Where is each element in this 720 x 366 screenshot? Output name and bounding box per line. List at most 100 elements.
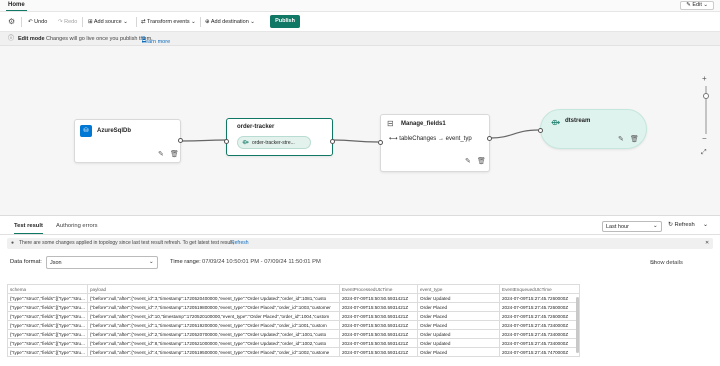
warning-text: There are some changes applied in topolo…: [19, 240, 235, 246]
edit-icon[interactable]: ✎: [158, 150, 164, 158]
zoom-in-button[interactable]: +: [702, 74, 707, 83]
table-row[interactable]: {"type":"struct","fields":[{"type":"stru…: [7, 311, 580, 321]
input-port[interactable]: [378, 140, 383, 145]
delete-icon[interactable]: 🗑: [477, 157, 486, 165]
output-port[interactable]: [330, 139, 335, 144]
eventstream-icon: ⟴: [551, 118, 561, 127]
table-row[interactable]: {"type":"struct","fields":[{"type":"stru…: [7, 320, 580, 330]
undo-label: Undo: [34, 19, 48, 25]
transform-events-label: Transform events: [147, 19, 190, 25]
settings-icon[interactable]: ⚙: [8, 17, 15, 27]
table-cell: Order Updated: [417, 293, 500, 303]
delete-icon[interactable]: 🗑: [630, 135, 639, 143]
table-cell: 2024-07-09T15:27:45.7260000Z: [499, 293, 580, 303]
column-header[interactable]: EventProcessedUtcTime: [339, 284, 418, 294]
table-cell: {"before":null,"after":{"event_id":4,"ti…: [87, 347, 340, 357]
column-header[interactable]: EventEnqueuedUtcTime: [499, 284, 580, 294]
data-format-select[interactable]: Json ⌄: [46, 256, 158, 269]
delete-icon[interactable]: 🗑: [170, 150, 179, 158]
table-cell: 2024-07-09T15:27:45.7340000Z: [499, 329, 580, 339]
edit-icon[interactable]: ✎: [465, 157, 471, 165]
chevron-down-icon: ⌄: [248, 19, 255, 25]
table-row[interactable]: {"type":"struct","fields":[{"type":"stru…: [7, 302, 580, 312]
table-cell: Order Updated: [417, 338, 500, 348]
collapse-panel-icon[interactable]: ⌄: [703, 221, 708, 228]
table-row[interactable]: {"type":"struct","fields":[{"type":"stru…: [7, 329, 580, 339]
input-port[interactable]: [224, 139, 229, 144]
stream-chip[interactable]: ⟴ order-tracker-stre...: [237, 136, 311, 149]
table-cell: 2024-07-09T15:50:50.5931421Z: [339, 338, 418, 348]
fit-to-screen-icon[interactable]: ⤢: [701, 149, 707, 157]
data-format-value: Json: [50, 260, 62, 266]
close-icon[interactable]: ✕: [705, 240, 709, 247]
toolbar-divider: [200, 17, 201, 27]
zoom-out-button[interactable]: −: [702, 134, 707, 143]
publish-button[interactable]: Publish: [270, 15, 300, 28]
tab-test-result[interactable]: Test result: [14, 222, 43, 234]
table-row[interactable]: {"type":"struct","fields":[{"type":"stru…: [7, 293, 580, 303]
transform-events-button[interactable]: ⇄ Transform events ⌄: [141, 17, 196, 27]
manage-fields-node[interactable]: ⊟ Manage_fields1 ⟷ tableChanges → event_…: [378, 114, 492, 172]
table-cell: 2024-07-09T15:27:45.7470000Z: [499, 347, 580, 357]
test-result-table: schema payload EventProcessedUtcTime eve…: [7, 284, 580, 357]
table-cell: 2024-07-09T15:27:45.7260000Z: [499, 302, 580, 312]
field-to: event_typ: [445, 136, 472, 142]
sql-database-icon: ⛁: [80, 125, 92, 137]
column-header[interactable]: event_type: [417, 284, 500, 294]
table-cell: 2024-07-09T15:50:50.5931421Z: [339, 302, 418, 312]
column-header[interactable]: payload: [87, 284, 340, 294]
refresh-button[interactable]: ↻ Refresh: [668, 222, 695, 228]
source-node-title: AzureSqlDb: [97, 128, 132, 134]
connector-stream-transform: [332, 139, 379, 143]
column-header[interactable]: schema: [7, 284, 88, 294]
time-window-select[interactable]: Last hour ⌄: [602, 221, 662, 232]
field-from: tableChanges: [399, 136, 437, 142]
warning-message-bar: ● There are some changes applied in topo…: [7, 238, 713, 249]
add-destination-button[interactable]: ⊕ Add destination ⌄: [205, 17, 255, 27]
destination-node[interactable]: ⟴ dtstream ✎ 🗑: [538, 109, 647, 149]
transform-node-title: Manage_fields1: [401, 121, 446, 127]
topology-canvas[interactable]: ⛁ AzureSqlDb ✎ 🗑 order-tracker ⟴ order-t…: [0, 46, 720, 216]
table-cell: 2024-07-09T15:27:45.7260000Z: [499, 311, 580, 321]
edit-mode-button[interactable]: ✎ Edit ⌄: [680, 1, 714, 10]
warning-refresh-link[interactable]: Refresh: [231, 240, 249, 247]
zoom-slider-thumb[interactable]: [703, 93, 709, 99]
table-cell: 2024-07-09T15:50:50.5931421Z: [339, 293, 418, 303]
table-row[interactable]: {"type":"struct","fields":[{"type":"stru…: [7, 347, 580, 357]
redo-button[interactable]: ↷ Redo: [58, 17, 77, 27]
source-node[interactable]: ⛁ AzureSqlDb ✎ 🗑: [74, 119, 183, 163]
add-destination-label: Add destination: [210, 19, 249, 25]
output-port[interactable]: [487, 136, 492, 141]
table-cell: {"before":null,"after":{"event_id":7,"ti…: [87, 302, 340, 312]
time-range-value: 07/09/24 10:50:01 PM - 07/09/24 11:50:01…: [202, 259, 321, 265]
edit-icon[interactable]: ✎: [618, 135, 624, 143]
tab-authoring-errors[interactable]: Authoring errors: [56, 222, 98, 230]
stream-icon: ⟴: [242, 140, 249, 146]
table-cell: 2024-07-09T15:50:50.5931421Z: [339, 320, 418, 330]
field-mapping: ⟷ tableChanges → event_typ: [389, 135, 472, 142]
output-port[interactable]: [178, 138, 183, 143]
table-cell: {"type":"struct","fields":[{"type":"stru…: [7, 293, 88, 303]
stream-chip-label: order-tracker-stre...: [252, 140, 295, 146]
manage-fields-icon: ⊟: [387, 119, 394, 128]
table-cell: {"type":"struct","fields":[{"type":"stru…: [7, 302, 88, 312]
chevron-down-icon: ⌄: [653, 223, 658, 229]
stream-node[interactable]: order-tracker ⟴ order-tracker-stre...: [224, 118, 335, 156]
time-range-label: Time range:: [170, 259, 201, 265]
info-icon: ⓘ: [8, 36, 15, 42]
edit-mode-banner: ⓘ Edit mode Changes will go live once yo…: [0, 32, 720, 46]
tab-home[interactable]: Home: [6, 1, 27, 11]
show-details-label: Show details: [650, 260, 683, 266]
add-source-label: Add source: [93, 19, 122, 25]
input-port[interactable]: [538, 128, 543, 133]
learn-more-link[interactable]: Learn more ⧉: [142, 35, 170, 45]
table-cell: Order Placed: [417, 347, 500, 357]
undo-button[interactable]: ↶ Undo: [28, 17, 47, 27]
table-cell: Order Placed: [417, 320, 500, 330]
table-row[interactable]: {"type":"struct","fields":[{"type":"stru…: [7, 338, 580, 348]
table-scrollbar[interactable]: [576, 297, 579, 353]
learn-more-label: Learn more: [142, 39, 171, 45]
banner-message: Changes will go live once you publish th…: [46, 36, 153, 42]
add-source-button[interactable]: ⊞ Add source ⌄: [88, 17, 128, 27]
chevron-down-icon: ⌄: [121, 19, 128, 25]
